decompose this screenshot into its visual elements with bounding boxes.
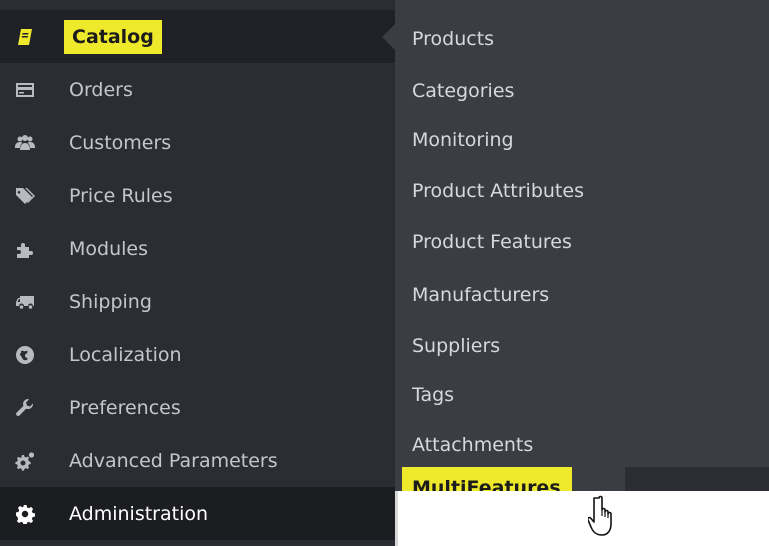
sidebar-item-label: Price Rules [69,184,173,207]
sidebar-item-preferences[interactable]: Preferences [0,381,395,434]
globe-icon [14,344,36,366]
sidebar-item-label: Administration [69,502,209,525]
gear-icon [14,503,36,525]
submenu-item-products[interactable]: Products [412,28,494,50]
wrench-icon [14,397,36,419]
sidebar-item-label: Advanced Parameters [69,449,278,472]
users-icon [14,132,36,154]
sidebar-item-label: Customers [69,131,172,154]
admin-sidebar: Catalog Orders Customers Price Rules Mod… [0,0,395,546]
submenu-pointer [382,24,395,50]
sidebar-item-shipping[interactable]: Shipping [0,275,395,328]
submenu-item-tags[interactable]: Tags [412,384,454,406]
sidebar-item-label: Catalog [64,19,162,54]
sidebar-item-advanced-parameters[interactable]: Advanced Parameters [0,434,395,487]
panel-divider [395,491,398,546]
submenu-item-attachments[interactable]: Attachments [412,434,533,456]
submenu-item-categories[interactable]: Categories [412,80,514,102]
puzzle-icon [14,238,36,260]
submenu-item-manufacturers[interactable]: Manufacturers [412,284,549,306]
sidebar-item-price-rules[interactable]: Price Rules [0,169,395,222]
sidebar-item-label: Localization [69,343,182,366]
sidebar-item-orders[interactable]: Orders [0,63,395,116]
hand-pointer-cursor-icon [588,495,612,536]
submenu-item-product-features[interactable]: Product Features [412,231,572,253]
submenu-item-product-attributes[interactable]: Product Attributes [412,180,584,202]
sidebar-item-modules[interactable]: Modules [0,222,395,275]
content-area [395,491,769,546]
cogs-icon [14,450,36,472]
sidebar-item-label: Shipping [69,290,152,313]
submenu-bottom-band [625,467,769,491]
book-icon [14,26,36,48]
sidebar-item-customers[interactable]: Customers [0,116,395,169]
sidebar-item-administration[interactable]: Administration [0,487,395,540]
sidebar-item-label: Orders [69,78,133,101]
sidebar-item-catalog[interactable]: Catalog [0,10,395,63]
submenu-item-suppliers[interactable]: Suppliers [412,335,500,357]
sidebar-item-localization[interactable]: Localization [0,328,395,381]
truck-icon [14,291,36,313]
tags-icon [14,185,36,207]
submenu-item-monitoring[interactable]: Monitoring [412,129,514,151]
sidebar-item-label: Modules [69,237,148,260]
sidebar-item-label: Preferences [69,396,181,419]
credit-card-icon [14,79,36,101]
catalog-submenu: Products Categories Monitoring Product A… [395,0,769,513]
